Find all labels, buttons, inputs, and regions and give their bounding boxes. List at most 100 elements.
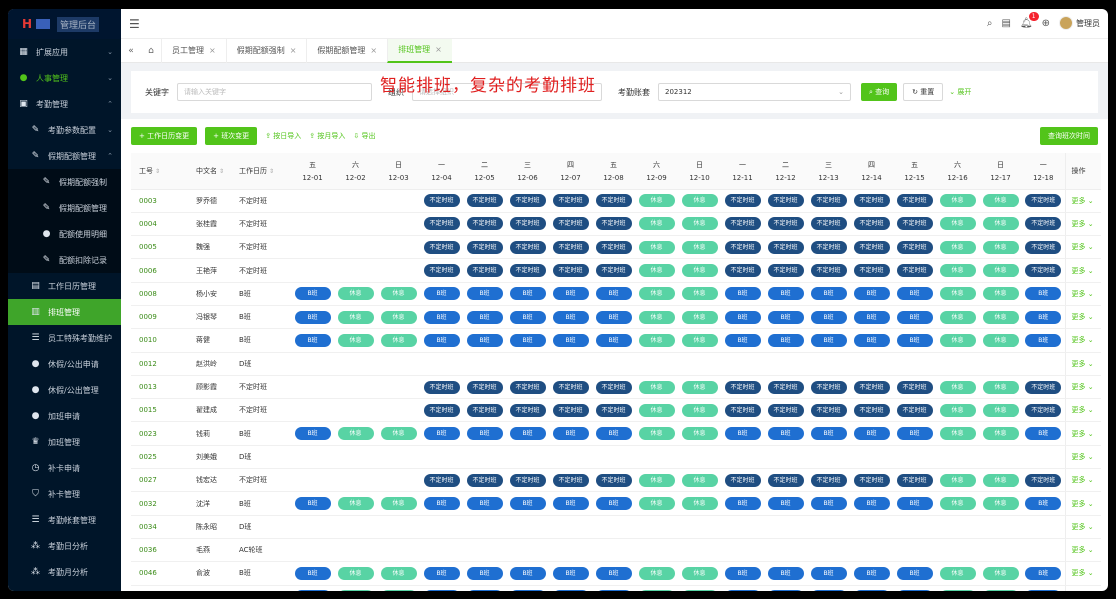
globe-icon[interactable]: ⊕ — [1042, 18, 1050, 29]
sidebar-item[interactable]: ✎ 配额扣除记录 — [8, 247, 121, 273]
query-shift-time-button[interactable]: 查询班次时间 — [1040, 127, 1098, 145]
shift-pill[interactable]: 不定时班 — [552, 217, 589, 231]
shift-pill[interactable]: 不定时班 — [466, 264, 503, 278]
more-menu[interactable]: 更多 ⌄ — [1064, 561, 1101, 586]
shift-pill[interactable]: B班 — [896, 287, 933, 301]
shift-pill[interactable]: 休息 — [939, 310, 976, 324]
shift-pill[interactable]: B班 — [552, 590, 589, 591]
more-menu[interactable]: 更多 ⌄ — [1064, 398, 1101, 423]
shift-pill[interactable]: B班 — [595, 310, 632, 324]
shift-pill[interactable]: 休息 — [380, 566, 417, 580]
shift-pill[interactable]: 不定时班 — [896, 403, 933, 417]
shift-pill[interactable]: 不定时班 — [552, 380, 589, 394]
shift-pill[interactable]: 不定时班 — [896, 217, 933, 231]
shift-pill[interactable]: 不定时班 — [423, 217, 460, 231]
menu-toggle-icon[interactable]: ☰ — [129, 17, 140, 31]
shift-pill[interactable]: B班 — [509, 287, 546, 301]
shift-pill[interactable]: 休息 — [638, 380, 675, 394]
header-code[interactable]: 工号 ⇕ — [131, 153, 188, 190]
shift-pill[interactable]: B班 — [810, 566, 847, 580]
shift-pill[interactable]: B班 — [294, 566, 331, 580]
bell-icon[interactable]: 🔔︎ 1 — [1020, 11, 1039, 29]
shift-pill[interactable]: 不定时班 — [853, 194, 890, 208]
shift-pill[interactable]: 不定时班 — [466, 403, 503, 417]
shift-pill[interactable]: B班 — [552, 566, 589, 580]
shift-pill[interactable]: B班 — [552, 310, 589, 324]
shift-pill[interactable]: B班 — [896, 566, 933, 580]
shift-pill[interactable]: 不定时班 — [466, 217, 503, 231]
sidebar-item[interactable]: ● 人事管理 ⌄ — [8, 65, 121, 91]
shift-pill[interactable]: 不定时班 — [896, 264, 933, 278]
shift-pill[interactable]: 休息 — [939, 264, 976, 278]
shift-pill[interactable]: 休息 — [939, 287, 976, 301]
shift-pill[interactable]: B班 — [853, 427, 890, 441]
shift-pill[interactable]: 不定时班 — [853, 380, 890, 394]
more-menu[interactable]: 更多 ⌄ — [1064, 538, 1101, 563]
shift-pill[interactable]: B班 — [509, 427, 546, 441]
shift-pill[interactable]: 不定时班 — [466, 194, 503, 208]
shift-pill[interactable]: 不定时班 — [423, 264, 460, 278]
shift-pill[interactable]: 不定时班 — [1025, 473, 1062, 487]
search-icon[interactable]: ⌕ — [987, 18, 993, 29]
sidebar-item[interactable]: ▦ 扩展应用 ⌄ — [8, 39, 121, 65]
shift-pill[interactable]: B班 — [595, 333, 632, 347]
shift-pill[interactable]: 休息 — [638, 590, 675, 591]
shift-pill[interactable]: 不定时班 — [724, 403, 761, 417]
shift-change-button[interactable]: + 班次变更 — [205, 127, 258, 145]
shift-pill[interactable]: 不定时班 — [509, 194, 546, 208]
shift-pill[interactable]: 休息 — [982, 310, 1019, 324]
shift-pill[interactable]: B班 — [810, 590, 847, 591]
shift-pill[interactable]: 休息 — [982, 590, 1019, 591]
shift-pill[interactable]: B班 — [767, 427, 804, 441]
shift-pill[interactable]: 休息 — [982, 403, 1019, 417]
shift-pill[interactable]: 休息 — [939, 333, 976, 347]
shift-pill[interactable]: 不定时班 — [724, 194, 761, 208]
shift-pill[interactable]: 休息 — [380, 310, 417, 324]
shift-pill[interactable]: 不定时班 — [595, 194, 632, 208]
shift-pill[interactable]: 不定时班 — [466, 473, 503, 487]
shift-pill[interactable]: 不定时班 — [810, 240, 847, 254]
shift-pill[interactable]: 休息 — [681, 194, 718, 208]
shift-pill[interactable]: B班 — [509, 333, 546, 347]
shift-pill[interactable]: 不定时班 — [724, 380, 761, 394]
close-icon[interactable]: × — [290, 46, 297, 55]
shift-pill[interactable]: B班 — [423, 287, 460, 301]
shift-pill[interactable]: 休息 — [638, 264, 675, 278]
shift-pill[interactable]: B班 — [423, 566, 460, 580]
more-menu[interactable]: 更多 ⌄ — [1064, 189, 1101, 213]
shift-pill[interactable]: 休息 — [982, 333, 1019, 347]
shift-pill[interactable]: 休息 — [638, 287, 675, 301]
shift-pill[interactable]: 休息 — [638, 473, 675, 487]
shift-pill[interactable]: 不定时班 — [509, 217, 546, 231]
shift-pill[interactable]: 休息 — [380, 497, 417, 510]
shift-pill[interactable]: 不定时班 — [423, 473, 460, 487]
shift-pill[interactable]: 休息 — [939, 403, 976, 417]
shift-pill[interactable]: 不定时班 — [896, 473, 933, 487]
shift-pill[interactable]: B班 — [509, 310, 546, 324]
shift-pill[interactable]: B班 — [466, 590, 503, 591]
import-month-link[interactable]: ⇪ 按月导入 — [309, 131, 345, 141]
shift-pill[interactable]: B班 — [423, 590, 460, 591]
shift-pill[interactable]: 不定时班 — [423, 240, 460, 254]
shift-pill[interactable]: 休息 — [337, 287, 374, 301]
shift-pill[interactable]: 休息 — [380, 590, 417, 591]
shift-pill[interactable]: B班 — [767, 310, 804, 324]
shift-pill[interactable]: 休息 — [638, 194, 675, 208]
shift-pill[interactable]: 不定时班 — [767, 217, 804, 231]
shift-pill[interactable]: 休息 — [638, 497, 675, 510]
shift-pill[interactable]: 休息 — [939, 473, 976, 487]
calendar-change-button[interactable]: + 工作日历变更 — [131, 127, 198, 145]
shift-pill[interactable]: 不定时班 — [810, 264, 847, 278]
shift-pill[interactable]: 休息 — [939, 427, 976, 441]
shift-pill[interactable]: B班 — [509, 566, 546, 580]
shift-pill[interactable]: 不定时班 — [509, 473, 546, 487]
shift-pill[interactable]: 不定时班 — [423, 380, 460, 394]
shift-pill[interactable]: B班 — [1025, 566, 1062, 580]
tab[interactable]: 排班管理 × — [387, 38, 452, 63]
shift-pill[interactable]: 休息 — [982, 473, 1019, 487]
shift-pill[interactable]: 休息 — [939, 217, 976, 231]
sidebar-item[interactable]: ● 休假/公出申请 — [8, 351, 121, 377]
more-menu[interactable]: 更多 ⌄ — [1064, 515, 1101, 539]
shift-pill[interactable]: 不定时班 — [767, 194, 804, 208]
shift-pill[interactable]: 不定时班 — [552, 264, 589, 278]
